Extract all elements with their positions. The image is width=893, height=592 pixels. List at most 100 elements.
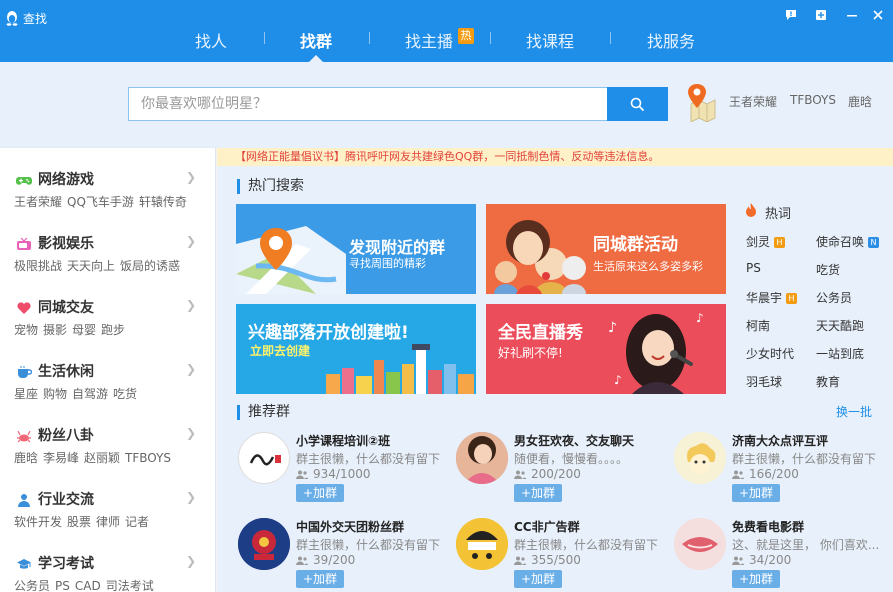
join-group-button[interactable]: +加群 <box>296 484 344 502</box>
group-avatar[interactable] <box>456 432 508 484</box>
group-member-count: 934/1000 <box>296 467 371 481</box>
refresh-button[interactable]: 换一批 <box>836 403 872 420</box>
sidebar-tag[interactable]: 饭局的诱惑 <box>120 259 180 273</box>
group-name[interactable]: 男女狂欢夜、交友聊天 <box>514 432 634 449</box>
join-group-button[interactable]: +加群 <box>732 484 780 502</box>
sidebar-tag[interactable]: CAD <box>75 579 101 592</box>
sidebar-tag[interactable]: 极限挑战 <box>14 259 62 273</box>
feedback-icon[interactable] <box>783 9 799 25</box>
hotword-link[interactable]: 剑灵 H <box>746 233 786 250</box>
join-group-button[interactable]: +加群 <box>514 570 562 588</box>
sidebar-tag[interactable]: 鹿晗 <box>14 451 38 465</box>
sidebar-item-title: 网络游戏 <box>38 172 94 188</box>
sidebar-tag[interactable]: 宠物 <box>14 323 38 337</box>
sidebar-item-fan-gossip[interactable]: 粉丝八卦 ❯ 鹿晗 李易峰 赵丽颖 TFBOYS <box>0 412 215 476</box>
hotword-link[interactable]: 天天酷跑 <box>816 317 864 334</box>
hotword-link[interactable]: 华晨宇 H <box>746 289 798 306</box>
sidebar-tag[interactable]: 律师 <box>96 515 120 529</box>
sidebar-item-leisure[interactable]: 生活休闲 ❯ 星座 购物 自驾游 吃货 <box>0 348 215 412</box>
hotword-link[interactable]: 吃货 <box>816 261 840 278</box>
hotword-link[interactable]: PS <box>746 261 761 275</box>
minimize-icon[interactable] <box>844 9 860 25</box>
banner-live-show[interactable]: 全民直播秀 好礼刷不停! ♪ ♪ ♪ <box>486 304 726 394</box>
group-name[interactable]: 免费看电影群 <box>732 518 804 535</box>
sidebar-item-study[interactable]: 学习考试 ❯ 公务员 PS CAD 司法考试 <box>0 540 215 592</box>
banner-city-activity[interactable]: 同城群活动 生活原来这么多姿多彩 <box>486 204 726 294</box>
sidebar-tag[interactable]: 购物 <box>43 387 67 401</box>
quick-search-link[interactable]: 鹿晗 <box>848 93 872 110</box>
crab-icon <box>17 430 31 443</box>
join-group-button[interactable]: +加群 <box>732 570 780 588</box>
sidebar-tag[interactable]: 王者荣耀 <box>14 195 62 209</box>
group-avatar[interactable] <box>674 518 726 570</box>
members-icon <box>732 556 744 565</box>
sidebar-item-industry[interactable]: 行业交流 ❯ 软件开发 股票 律师 记者 <box>0 476 215 540</box>
sidebar-tag[interactable]: 赵丽颖 <box>84 451 120 465</box>
group-member-count: 355/500 <box>514 553 581 567</box>
hotword-link[interactable]: 少女时代 <box>746 345 794 362</box>
hotword-link[interactable]: 公务员 <box>816 289 852 306</box>
hotword-link[interactable]: 一站到底 <box>816 345 864 362</box>
sidebar-tag[interactable]: PS <box>55 579 70 592</box>
members-icon <box>296 556 308 565</box>
group-name[interactable]: CC非广告群 <box>514 518 580 535</box>
search-input[interactable] <box>141 88 596 120</box>
sidebar-item-online-games[interactable]: 网络游戏 ❯ 王者荣耀 QQ飞车手游 轩辕传奇 <box>0 156 215 220</box>
hotword-link[interactable]: 使命召唤 N <box>816 233 880 250</box>
banner-tribe-create[interactable]: 兴趣部落开放创建啦! 立即去创建 <box>236 304 476 394</box>
tab-find-groups[interactable]: 找群 <box>300 28 332 52</box>
join-group-button[interactable]: +加群 <box>296 570 344 588</box>
graduation-cap-icon <box>17 559 31 569</box>
sidebar-item-title: 影视娱乐 <box>38 236 94 252</box>
tab-find-courses[interactable]: 找课程 <box>526 28 574 52</box>
tab-find-services[interactable]: 找服务 <box>647 28 695 52</box>
city-skyline-illustration <box>326 344 474 394</box>
notice-bar[interactable]: 【网络正能量倡议书】腾讯呼吁网友共建绿色QQ群，一同抵制色情、反动等违法信息。 <box>217 148 893 166</box>
sidebar-tag[interactable]: 天天向上 <box>67 259 115 273</box>
restore-icon[interactable] <box>813 9 829 25</box>
group-avatar[interactable] <box>456 518 508 570</box>
banner-nearby-groups[interactable]: 发现附近的群 寻找周围的精彩 <box>236 204 476 294</box>
group-name[interactable]: 小学课程培训②班 <box>296 432 390 449</box>
tab-find-streamers[interactable]: 找主播 <box>405 28 453 52</box>
quick-search-link[interactable]: TFBOYS <box>790 93 836 107</box>
lips-icon <box>674 518 726 570</box>
tab-find-people[interactable]: 找人 <box>195 28 227 52</box>
sidebar-tags: 极限挑战 天天向上 饭局的诱惑 <box>14 257 185 274</box>
sidebar-tag[interactable]: 摄影 <box>43 323 67 337</box>
search-button[interactable] <box>607 87 668 121</box>
hotword-link[interactable]: 羽毛球 <box>746 373 782 390</box>
group-avatar[interactable] <box>674 432 726 484</box>
sidebar-tag[interactable]: TFBOYS <box>125 451 171 465</box>
sidebar-tag[interactable]: 记者 <box>125 515 149 529</box>
group-description: 随便看，慢慢看。。。。 <box>514 452 629 466</box>
sidebar-tag[interactable]: 母婴 <box>72 323 96 337</box>
group-avatar[interactable] <box>238 432 290 484</box>
sidebar-tag[interactable]: 公务员 <box>14 579 50 592</box>
sidebar-tag[interactable]: 自驾游 <box>72 387 108 401</box>
group-name[interactable]: 中国外交天团粉丝群 <box>296 518 404 535</box>
hotword-link[interactable]: 教育 <box>816 373 840 390</box>
sidebar-tag[interactable]: 星座 <box>14 387 38 401</box>
sidebar-tag[interactable]: 跑步 <box>101 323 125 337</box>
group-name[interactable]: 济南大众点评互评 <box>732 432 828 449</box>
group-avatar[interactable] <box>238 518 290 570</box>
group-member-count: 34/200 <box>732 553 791 567</box>
join-group-button[interactable]: +加群 <box>514 484 562 502</box>
location-map-icon[interactable] <box>685 82 717 122</box>
sidebar-tag[interactable]: 吃货 <box>113 387 137 401</box>
sidebar-tag[interactable]: 软件开发 <box>14 515 62 529</box>
close-icon[interactable] <box>870 9 886 25</box>
quick-search-link[interactable]: 王者荣耀 <box>729 93 777 110</box>
sidebar-item-entertainment[interactable]: 影视娱乐 ❯ 极限挑战 天天向上 饭局的诱惑 <box>0 220 215 284</box>
main-nav: 找人 找群 找主播 热 找课程 找服务 <box>0 0 893 62</box>
sidebar-tag[interactable]: 股票 <box>67 515 91 529</box>
sidebar-tag[interactable]: 李易峰 <box>43 451 79 465</box>
hot-tag-badge: H <box>774 237 786 248</box>
section-title-hot-search: 热门搜索 <box>237 179 304 194</box>
sidebar-tag[interactable]: QQ飞车手游 <box>67 195 134 209</box>
sidebar-tag[interactable]: 轩辕传奇 <box>139 195 187 209</box>
sidebar-item-local-friends[interactable]: 同城交友 ❯ 宠物 摄影 母婴 跑步 <box>0 284 215 348</box>
sidebar-tag[interactable]: 司法考试 <box>106 579 154 592</box>
hotword-link[interactable]: 柯南 <box>746 317 770 334</box>
